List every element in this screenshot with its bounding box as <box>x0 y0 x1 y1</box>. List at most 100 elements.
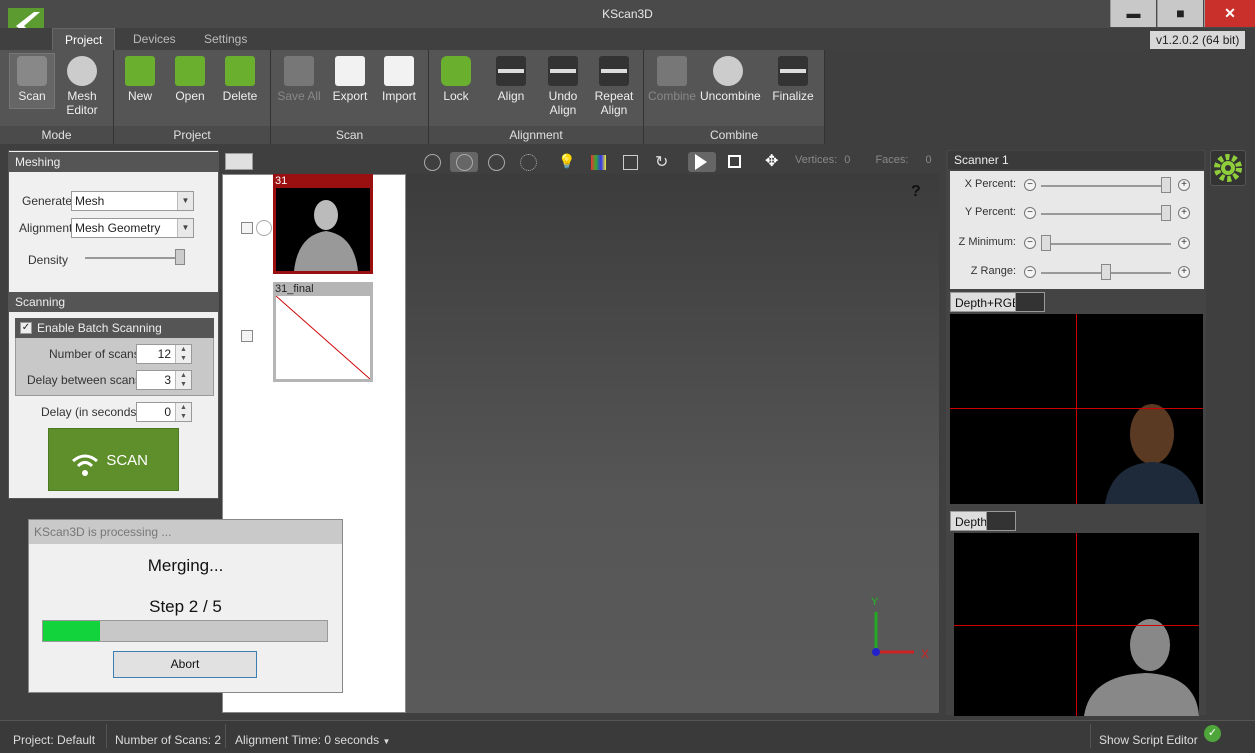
camera-icon[interactable] <box>986 511 1016 531</box>
minus-icon[interactable]: − <box>1024 207 1036 219</box>
repeat-align-button[interactable]: Repeat Align <box>591 56 637 117</box>
combine-button[interactable]: Combine <box>648 56 696 103</box>
group-label-alignment: Alignment <box>429 126 643 144</box>
image-view-icon[interactable] <box>225 153 253 170</box>
delay-between-input[interactable]: 3 ▲ ▼ <box>136 370 192 390</box>
delay-seconds-input[interactable]: 0 ▲ ▼ <box>136 402 192 422</box>
depth-rgb-tab[interactable]: Depth+RGB <box>950 292 1026 312</box>
maximize-button[interactable]: ■ <box>1157 0 1203 27</box>
window-title: KScan3D <box>602 7 653 21</box>
show-script-editor-button[interactable]: Show Script Editor <box>1099 733 1198 747</box>
crosshair-vertical <box>1076 314 1077 504</box>
finalize-icon <box>778 56 808 86</box>
plus-icon[interactable]: + <box>1178 179 1190 191</box>
scan-button[interactable]: SCAN <box>48 428 179 491</box>
minimize-button[interactable]: ▬ <box>1110 0 1156 27</box>
open-button[interactable]: Open <box>170 56 210 103</box>
finalize-button[interactable]: Finalize <box>772 56 814 103</box>
square-select-icon[interactable] <box>728 155 741 168</box>
help-icon[interactable]: ? <box>911 183 921 201</box>
alignment-select[interactable]: Mesh Geometry ▼ <box>71 218 194 238</box>
status-divider <box>106 724 107 748</box>
wireframe-view-icon[interactable] <box>488 154 505 171</box>
depth-crosshair-vertical <box>1076 533 1077 716</box>
density-slider[interactable] <box>175 249 185 265</box>
import-icon <box>384 56 414 86</box>
align-button[interactable]: Align <box>489 56 533 103</box>
delete-button[interactable]: Delete <box>220 56 260 103</box>
abort-button[interactable]: Abort <box>113 651 257 678</box>
uncombine-button[interactable]: Uncombine <box>700 56 761 103</box>
scan-31-final-checkbox[interactable] <box>241 330 253 342</box>
color-grid-icon[interactable] <box>591 155 606 170</box>
plus-icon[interactable]: + <box>1178 207 1190 219</box>
scan-mode-button[interactable]: Scan <box>10 56 54 103</box>
rotate-icon[interactable]: ↻ <box>655 152 668 172</box>
sphere-view-icon[interactable] <box>424 154 441 171</box>
tab-row <box>0 28 1255 50</box>
chevron-down-icon: ▼ <box>382 737 391 746</box>
scanner-slider-label: Y Percent: <box>964 206 1016 218</box>
status-ok-icon: ✓ <box>1204 725 1221 742</box>
new-folder-icon <box>125 56 155 86</box>
scan-thumbnail-31-final[interactable]: 31_final <box>273 282 373 382</box>
camera-icon[interactable] <box>1015 292 1045 312</box>
spinner-arrows-icon[interactable]: ▲ ▼ <box>175 345 191 363</box>
scanner-slider-knob[interactable] <box>1101 264 1111 280</box>
scanner-slider-knob[interactable] <box>1160 177 1171 193</box>
gear-icon[interactable] <box>1210 150 1246 186</box>
chevron-down-icon: ▼ <box>177 192 193 210</box>
scanner-slider-track <box>1041 243 1171 245</box>
spinner-arrows-icon[interactable]: ▲ ▼ <box>175 371 191 389</box>
spinner-arrows-icon[interactable]: ▲ ▼ <box>175 403 191 421</box>
status-project: Project: Default <box>13 733 96 747</box>
select-arrow-icon[interactable] <box>695 154 707 170</box>
save-all-button[interactable]: Save All <box>276 56 322 103</box>
export-button[interactable]: Export <box>329 56 371 103</box>
scanning-header: Scanning <box>9 292 218 312</box>
ribbon-group-combine: Combine Uncombine Finalize Combine <box>644 50 825 144</box>
minus-icon[interactable]: − <box>1024 237 1036 249</box>
ribbon-group-scan: Save All Export Import Scan <box>271 50 429 144</box>
tab-devices[interactable]: Devices <box>121 28 188 50</box>
new-button[interactable]: New <box>120 56 160 103</box>
close-button[interactable]: ✕ <box>1204 0 1255 27</box>
tab-settings[interactable]: Settings <box>192 28 259 50</box>
import-button[interactable]: Import <box>377 56 421 103</box>
3d-viewport[interactable] <box>406 174 939 713</box>
number-of-scans-input[interactable]: 12 ▲ ▼ <box>136 344 192 364</box>
minus-icon[interactable]: − <box>1024 266 1036 278</box>
tab-project[interactable]: Project <box>52 28 116 50</box>
status-alignment-time[interactable]: Alignment Time: 0 seconds ▼ <box>235 733 390 747</box>
move-icon[interactable]: ✥ <box>765 151 778 171</box>
save-all-icon <box>284 56 314 86</box>
plus-icon[interactable]: + <box>1178 237 1190 249</box>
status-num-scans: Number of Scans: 2 <box>115 733 222 747</box>
scanner-slider-knob[interactable] <box>1160 205 1171 221</box>
batch-scanning-checkbox[interactable]: ✓ <box>20 322 32 334</box>
minus-icon[interactable]: − <box>1024 179 1036 191</box>
scan-31-checkbox[interactable] <box>241 222 253 234</box>
mesh-editor-button[interactable]: Mesh Editor <box>58 56 106 117</box>
bounding-box-icon[interactable] <box>623 155 638 170</box>
undo-align-button[interactable]: Undo Align <box>541 56 585 117</box>
points-view-icon[interactable] <box>520 154 537 171</box>
scanner-slider-knob[interactable] <box>1041 235 1052 251</box>
density-label: Density <box>28 253 69 267</box>
plus-icon[interactable]: + <box>1178 266 1190 278</box>
lightbulb-icon[interactable]: 💡 <box>558 153 575 170</box>
export-icon <box>335 56 365 86</box>
generate-select[interactable]: Mesh ▼ <box>71 191 194 211</box>
textured-view-icon[interactable] <box>456 154 473 171</box>
lock-button[interactable]: Lock <box>437 56 475 103</box>
scanner-slider-label: Z Minimum: <box>958 236 1016 248</box>
group-label-mode: Mode <box>0 126 113 144</box>
scan-thumbnail-31[interactable]: 31 <box>273 174 373 274</box>
group-label-scan: Scan <box>271 126 428 144</box>
ribbon-group-project: New Open Delete Project <box>114 50 271 144</box>
ribbon-group-alignment: Lock Align Undo Align Repeat Align Align… <box>429 50 644 144</box>
meshing-header: Meshing <box>9 152 218 172</box>
density-slider-track <box>85 257 185 259</box>
mesh-preview-icon[interactable] <box>256 220 272 236</box>
delay-seconds-label: Delay (in seconds) <box>41 405 141 419</box>
